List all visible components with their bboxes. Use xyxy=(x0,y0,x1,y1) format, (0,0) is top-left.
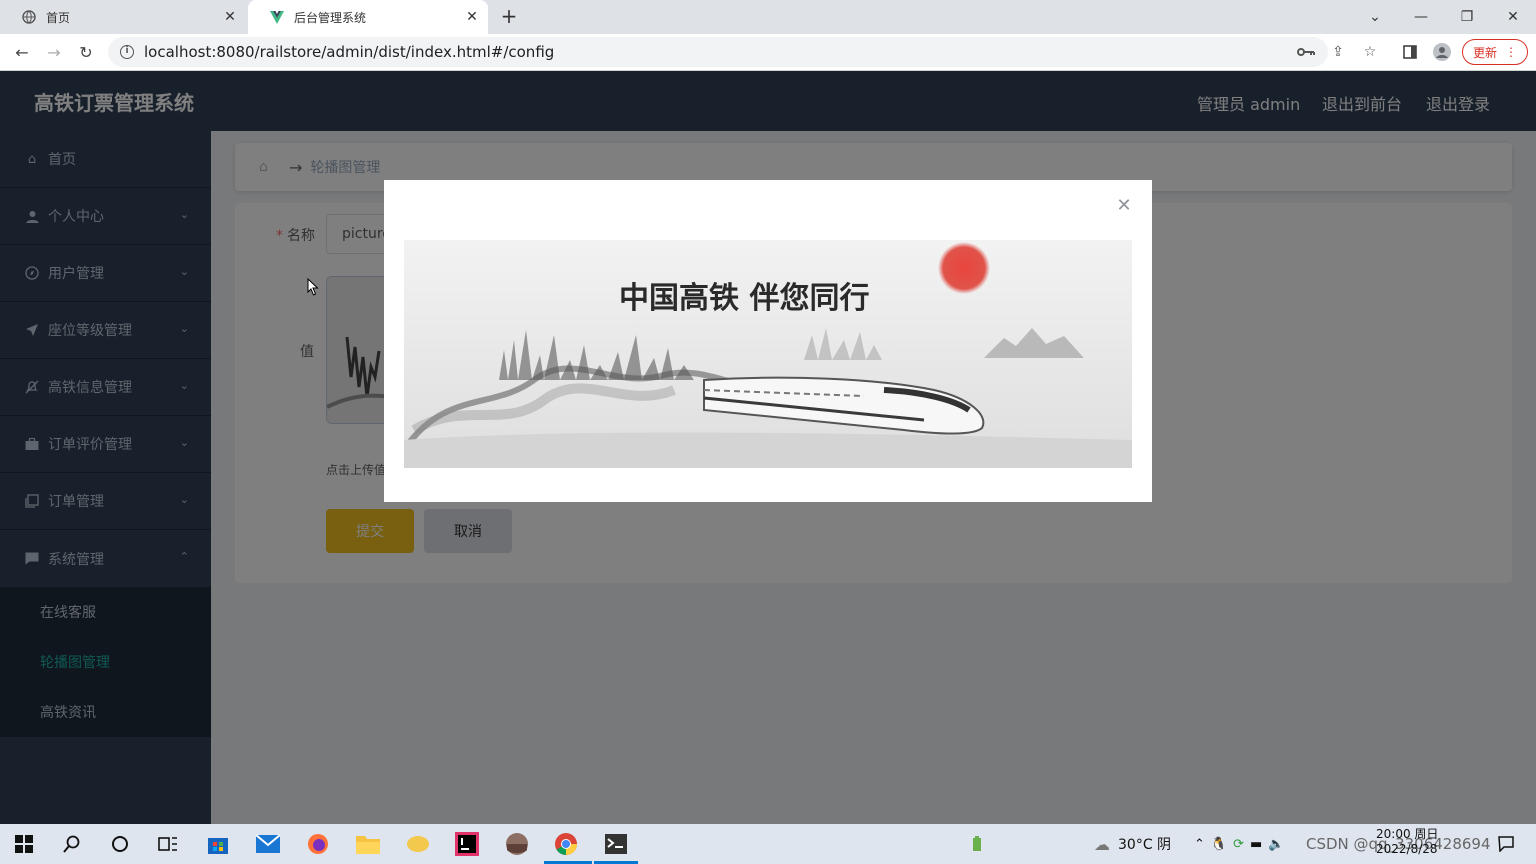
battery-saver-icon[interactable] xyxy=(963,830,991,858)
game-app-icon[interactable] xyxy=(503,830,531,858)
mail-icon[interactable] xyxy=(254,830,282,858)
clock-date: 2022/8/28 xyxy=(1376,842,1438,856)
windows-taskbar: ☁ 30°C 阴 ⌃ 🐧 ⟳ ▬ 🔈 CSDN @qq_3306428694 2… xyxy=(0,824,1536,864)
mouse-cursor-icon xyxy=(307,278,319,296)
update-button[interactable]: 更新 ⋮ xyxy=(1462,39,1528,65)
side-panel-icon[interactable] xyxy=(1400,42,1420,62)
update-label: 更新 xyxy=(1472,45,1497,60)
notification-center-icon[interactable] xyxy=(1492,830,1520,858)
close-tab-icon[interactable]: ✕ xyxy=(464,9,480,25)
store-icon[interactable] xyxy=(204,830,232,858)
key-icon[interactable] xyxy=(1296,42,1316,62)
image-preview-dialog: ✕ 中国高铁 伴您同行 xyxy=(384,180,1152,502)
battery-icon: ▬ xyxy=(1250,836,1269,852)
globe-icon xyxy=(22,10,36,24)
restore-icon[interactable]: ❐ xyxy=(1444,0,1490,34)
notes-app-icon[interactable] xyxy=(404,830,432,858)
sync-icon: ⟳ xyxy=(1233,836,1250,852)
windows-start-icon[interactable] xyxy=(10,830,38,858)
more-menu-icon: ⋮ xyxy=(1505,45,1517,59)
qq-icon: 🐧 xyxy=(1210,836,1234,852)
system-clock[interactable]: 20:00 周日 2022/8/28 xyxy=(1376,827,1438,857)
address-bar: ← → ↻ i localhost:8080/railstore/admin/d… xyxy=(0,34,1536,71)
forward-icon[interactable]: → xyxy=(42,40,66,64)
file-explorer-icon[interactable] xyxy=(354,830,382,858)
close-icon[interactable]: ✕ xyxy=(1116,197,1132,215)
browser-tab-title: 后台管理系统 xyxy=(294,10,367,25)
minimize-icon[interactable]: — xyxy=(1398,0,1444,34)
banner-calligraphy: 中国高铁 伴您同行 xyxy=(619,281,869,316)
cloud-icon: ☁ xyxy=(1094,834,1110,854)
chrome-icon[interactable] xyxy=(552,830,580,858)
terminal-app-icon[interactable] xyxy=(602,830,630,858)
firefox-icon[interactable] xyxy=(304,830,332,858)
weather-text: 30°C 阴 xyxy=(1118,837,1172,853)
info-icon[interactable]: i xyxy=(120,45,134,59)
browser-tab-admin[interactable]: 后台管理系统 ✕ xyxy=(248,0,488,34)
browser-tab-home[interactable]: 首页 ✕ xyxy=(0,0,246,34)
profile-avatar-icon[interactable] xyxy=(1432,42,1452,62)
vue-logo-icon xyxy=(270,10,284,24)
close-tab-icon[interactable]: ✕ xyxy=(222,9,238,25)
url-input[interactable]: i localhost:8080/railstore/admin/dist/in… xyxy=(108,37,1328,67)
search-icon[interactable] xyxy=(58,830,86,858)
cortana-icon[interactable] xyxy=(106,830,134,858)
carousel-image-preview: 中国高铁 伴您同行 xyxy=(404,240,1132,468)
volume-icon: 🔈 xyxy=(1268,836,1291,852)
weather-widget[interactable]: ☁ 30°C 阴 xyxy=(1094,824,1171,864)
intellij-icon[interactable] xyxy=(453,830,481,858)
share-icon[interactable]: ⇪ xyxy=(1328,42,1348,62)
browser-tab-title: 首页 xyxy=(46,10,71,25)
browser-tab-bar: 首页 ✕ 后台管理系统 ✕ + ⌄ — ❐ ✕ xyxy=(0,0,1536,34)
new-tab-button[interactable]: + xyxy=(498,6,520,28)
clock-time: 20:00 周日 xyxy=(1376,827,1439,841)
task-view-icon[interactable] xyxy=(154,830,182,858)
url-text: localhost:8080/railstore/admin/dist/inde… xyxy=(144,43,555,61)
chevron-up-icon: ⌃ xyxy=(1194,836,1211,852)
close-window-icon[interactable]: ✕ xyxy=(1490,0,1536,34)
back-icon[interactable]: ← xyxy=(10,40,34,64)
tab-search-icon[interactable]: ⌄ xyxy=(1352,0,1398,34)
system-tray-icons[interactable]: ⌃ 🐧 ⟳ ▬ 🔈 xyxy=(1194,824,1290,864)
reload-icon[interactable]: ↻ xyxy=(74,40,98,64)
bookmark-star-icon[interactable]: ☆ xyxy=(1360,42,1380,62)
